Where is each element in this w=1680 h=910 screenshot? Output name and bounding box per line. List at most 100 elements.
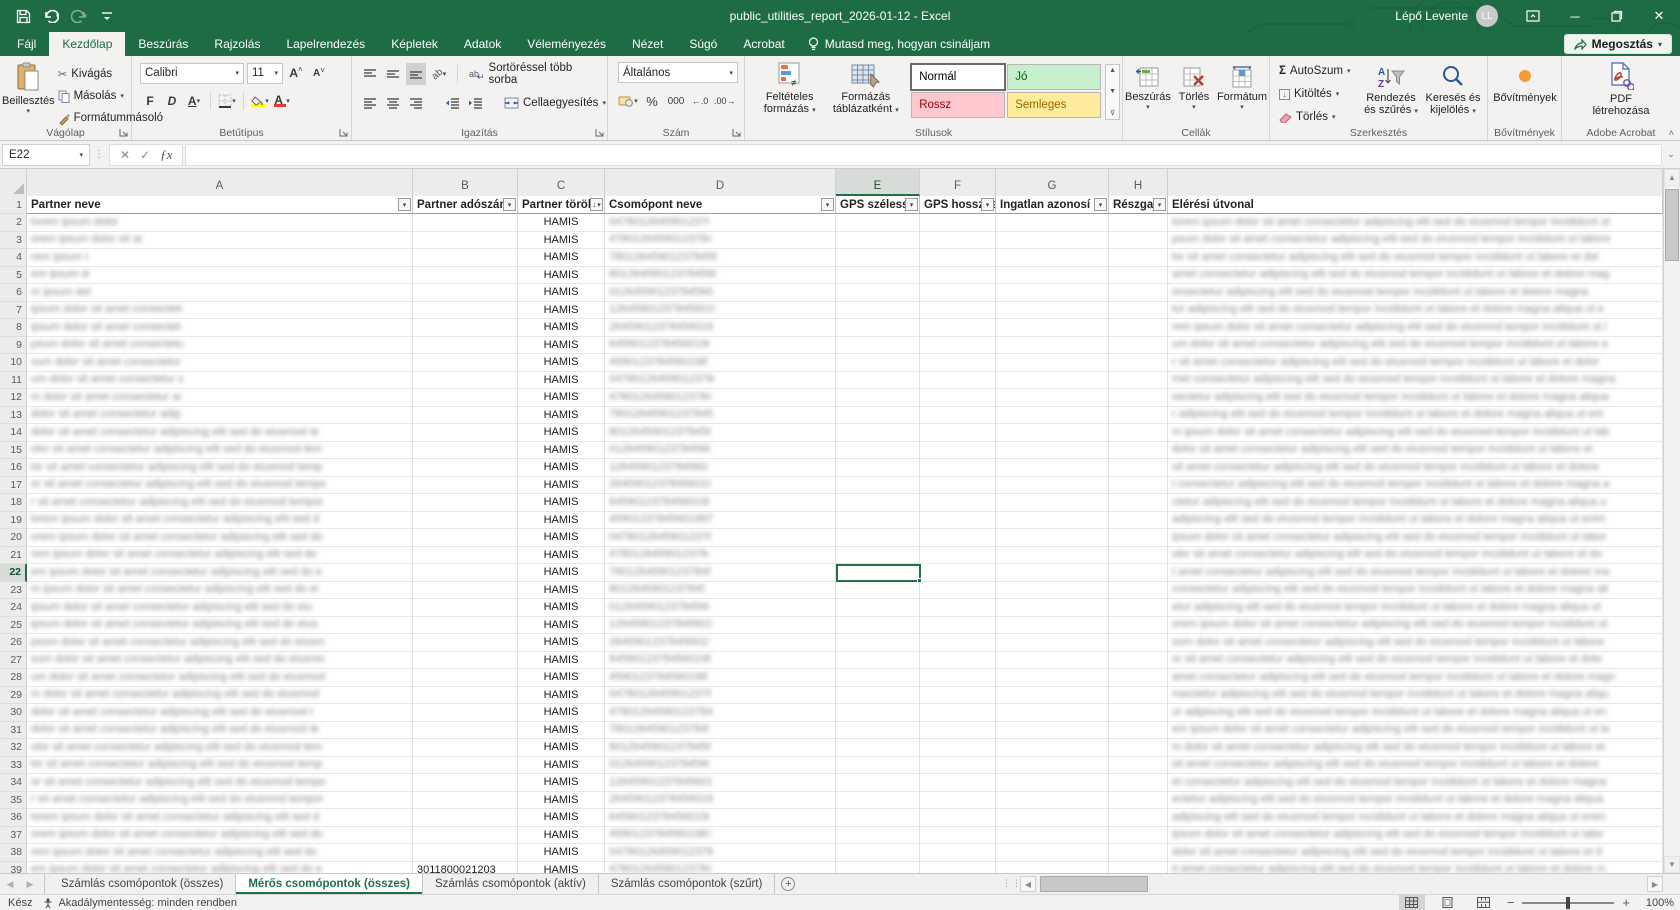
filter-button-G[interactable]: ▾ xyxy=(1094,198,1107,211)
cell-A23[interactable]: m ipsum dolor sit amet consectetur adipi… xyxy=(27,582,413,600)
cell-I13[interactable]: r adipiscing elit sed do eiusmod tempor … xyxy=(1168,407,1663,425)
row-header-33[interactable]: 33 xyxy=(0,757,27,775)
cell-H28[interactable] xyxy=(1109,669,1168,687)
cell-G36[interactable] xyxy=(996,809,1109,827)
row-header-25[interactable]: 25 xyxy=(0,617,27,635)
addins-button[interactable]: Bővítmények xyxy=(1490,58,1560,126)
cell-B11[interactable] xyxy=(413,372,518,390)
cell-F16[interactable] xyxy=(920,459,996,477)
cell-A25[interactable]: ipsum dolor sit amet consectetur adipisc… xyxy=(27,617,413,635)
formula-bar-grip[interactable]: ⋮ xyxy=(94,149,105,160)
cell-E17[interactable] xyxy=(836,477,920,495)
cell-B18[interactable] xyxy=(413,494,518,512)
cell-I36[interactable]: adipiscing elit sed do eiusmod tempor in… xyxy=(1168,809,1663,827)
cell-C6[interactable]: HAMIS xyxy=(518,284,605,302)
find-select-button[interactable]: Keresés éskijelölés ▾ xyxy=(1422,61,1484,129)
cell-B13[interactable] xyxy=(413,407,518,425)
cell-D28[interactable]: 45901237845601987234 xyxy=(605,669,836,687)
cell-E11[interactable] xyxy=(836,372,920,390)
cell-H4[interactable] xyxy=(1109,249,1168,267)
cell-C14[interactable]: HAMIS xyxy=(518,424,605,442)
row-header-7[interactable]: 7 xyxy=(0,302,27,320)
cell-A30[interactable]: dolor sit amet consectetur adipiscing el… xyxy=(27,704,413,722)
cell-style-semleges[interactable]: Semleges xyxy=(1007,92,1101,118)
cell-D30[interactable]: 47801264590123784560 xyxy=(605,704,836,722)
cell-C30[interactable]: HAMIS xyxy=(518,704,605,722)
cell-E20[interactable] xyxy=(836,529,920,547)
cell-F34[interactable] xyxy=(920,774,996,792)
cell-I28[interactable]: amet consectetur adipiscing elit sed do … xyxy=(1168,669,1663,687)
ribbon-tab-acrobat[interactable]: Acrobat xyxy=(730,32,797,56)
scroll-up-arrow[interactable]: ▲ xyxy=(1664,169,1680,186)
cell-E30[interactable] xyxy=(836,704,920,722)
customize-qat-button[interactable] xyxy=(94,3,120,29)
cell-I19[interactable]: adipiscing elit sed do eiusmod tempor in… xyxy=(1168,512,1663,530)
cell-B21[interactable] xyxy=(413,547,518,565)
cell-E2[interactable] xyxy=(836,214,920,232)
italic-button[interactable]: D xyxy=(162,90,182,112)
header-cell-E[interactable]: GPS széless▾ xyxy=(836,196,920,214)
cell-D33[interactable]: 01264590123784560198 xyxy=(605,757,836,775)
cell-B39[interactable]: 3011800021203 xyxy=(413,862,518,874)
cell-H23[interactable] xyxy=(1109,582,1168,600)
cell-style-rossz[interactable]: Rossz xyxy=(911,92,1005,118)
cell-A10[interactable]: sum dolor sit amet consectetur adipiscin… xyxy=(27,354,413,372)
cell-A17[interactable]: or sit amet consectetur adipiscing elit … xyxy=(27,477,413,495)
cell-H39[interactable] xyxy=(1109,862,1168,874)
cell-F24[interactable] xyxy=(920,599,996,617)
cell-D23[interactable]: 80126459012378456019 xyxy=(605,582,836,600)
row-header-22[interactable]: 22 xyxy=(0,564,27,582)
cell-I3[interactable]: psum dolor sit amet consectetur adipisci… xyxy=(1168,232,1663,250)
cell-H24[interactable] xyxy=(1109,599,1168,617)
horizontal-scrollbar[interactable]: ◀ ▶ xyxy=(1020,876,1663,893)
share-button[interactable]: Megosztás▾ xyxy=(1564,34,1672,54)
cell-E19[interactable] xyxy=(836,512,920,530)
cell-E36[interactable] xyxy=(836,809,920,827)
cell-G19[interactable] xyxy=(996,512,1109,530)
cell-D4[interactable]: 78012645901237845601 xyxy=(605,249,836,267)
cell-D38[interactable]: 04780126459012378456 xyxy=(605,844,836,862)
row-header-21[interactable]: 21 xyxy=(0,547,27,565)
row-header-15[interactable]: 15 xyxy=(0,442,27,460)
increase-font-size-button[interactable]: A˄ xyxy=(286,62,306,84)
cell-A32[interactable]: olor sit amet consectetur adipiscing eli… xyxy=(27,739,413,757)
cell-B24[interactable] xyxy=(413,599,518,617)
cell-A16[interactable]: lor sit amet consectetur adipiscing elit… xyxy=(27,459,413,477)
cell-E29[interactable] xyxy=(836,687,920,705)
cell-I5[interactable]: amet consectetur adipiscing elit sed do … xyxy=(1168,267,1663,285)
cell-H25[interactable] xyxy=(1109,617,1168,635)
cell-B36[interactable] xyxy=(413,809,518,827)
cell-B14[interactable] xyxy=(413,424,518,442)
save-button[interactable] xyxy=(10,3,36,29)
cell-B12[interactable] xyxy=(413,389,518,407)
collapse-ribbon-button[interactable]: ˄ xyxy=(1669,128,1674,138)
cell-H31[interactable] xyxy=(1109,722,1168,740)
cell-F27[interactable] xyxy=(920,652,996,670)
cell-I30[interactable]: ur adipiscing elit sed do eiusmod tempor… xyxy=(1168,704,1663,722)
cell-E9[interactable] xyxy=(836,337,920,355)
header-cell-A[interactable]: Partner neve▾ xyxy=(27,196,413,214)
cell-G30[interactable] xyxy=(996,704,1109,722)
cell-B20[interactable] xyxy=(413,529,518,547)
cell-H34[interactable] xyxy=(1109,774,1168,792)
column-header-C[interactable]: C xyxy=(518,169,605,196)
cell-I9[interactable]: um dolor sit amet consectetur adipiscing… xyxy=(1168,337,1663,355)
cell-G31[interactable] xyxy=(996,722,1109,740)
cell-H26[interactable] xyxy=(1109,634,1168,652)
page-break-view-button[interactable] xyxy=(1471,895,1497,910)
cell-H21[interactable] xyxy=(1109,547,1168,565)
sheet-tab-2[interactable]: Mérős csomópontok (összes) xyxy=(236,874,423,894)
cell-C25[interactable]: HAMIS xyxy=(518,617,605,635)
clipboard-dialog-launcher[interactable] xyxy=(119,128,129,138)
column-header-B[interactable]: B xyxy=(413,169,518,196)
cell-H10[interactable] xyxy=(1109,354,1168,372)
cell-F21[interactable] xyxy=(920,547,996,565)
cell-F13[interactable] xyxy=(920,407,996,425)
scroll-right-arrow[interactable]: ▶ xyxy=(1647,876,1663,892)
delete-cells-button[interactable]: Törlés▾ xyxy=(1177,62,1211,130)
restore-button[interactable] xyxy=(1596,0,1638,32)
cell-H17[interactable] xyxy=(1109,477,1168,495)
cell-C34[interactable]: HAMIS xyxy=(518,774,605,792)
cell-H14[interactable] xyxy=(1109,424,1168,442)
cell-G35[interactable] xyxy=(996,792,1109,810)
